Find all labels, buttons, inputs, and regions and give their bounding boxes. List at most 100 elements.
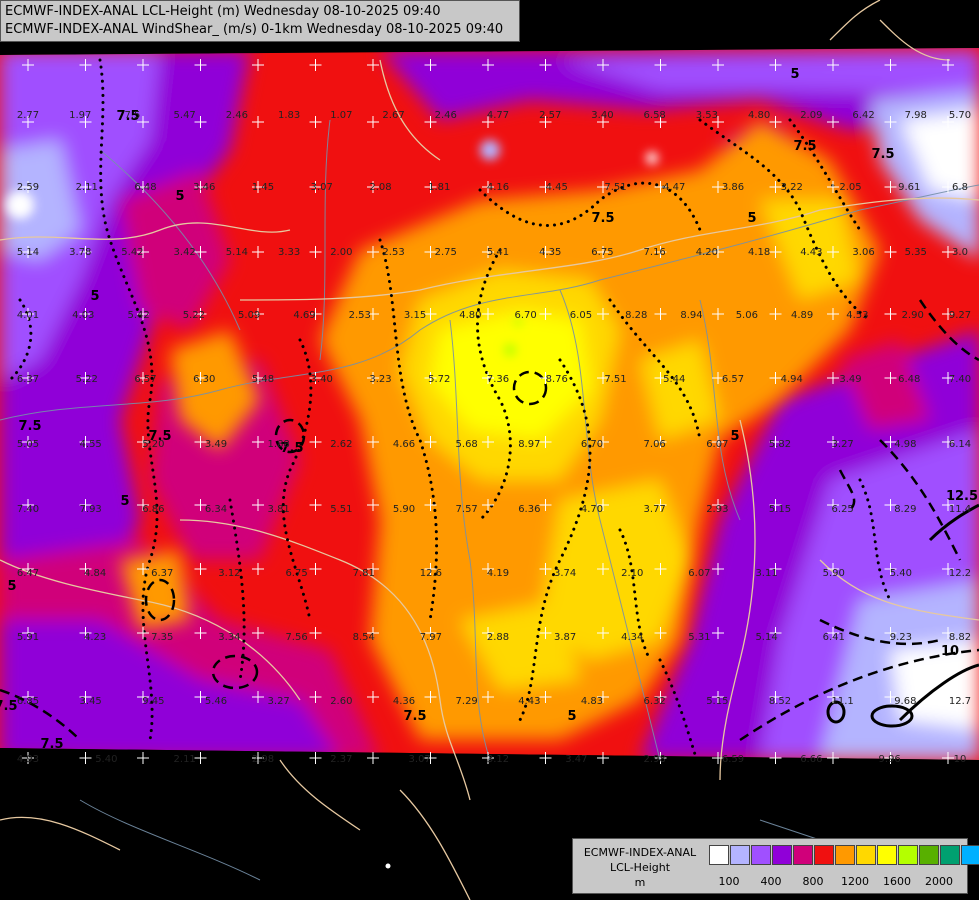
map-title: ECMWF-INDEX-ANAL LCL-Height (m) Wednesda… (0, 0, 520, 42)
grid-value-label: 9.27 (949, 310, 971, 321)
grid-value-label: 5.82 (769, 439, 791, 450)
grid-value-label: 7.57 (456, 504, 478, 515)
legend-tick-label: 800 (802, 875, 824, 888)
grid-value-label: 8.29 (894, 504, 916, 515)
grid-value-label: 4.77 (487, 110, 509, 121)
grid-value-label: 7.97 (420, 632, 442, 643)
legend-swatch (856, 845, 876, 865)
grid-value-label: 6.48 (898, 374, 920, 385)
grid-value-label: 3.22 (781, 182, 803, 193)
grid-value-label: 5.70 (949, 110, 971, 121)
grid-value-label: 6.34 (205, 504, 227, 515)
grid-value-label: 6.85 (17, 696, 39, 707)
grid-value-label: 3.12 (487, 754, 509, 765)
grid-value-label: 5.15 (706, 696, 728, 707)
grid-value-label: 3.07 (311, 182, 333, 193)
grid-value-label: 3.81 (268, 504, 290, 515)
grid-value-label: 3.87 (554, 632, 576, 643)
grid-value-label: 6.57 (722, 374, 744, 385)
grid-value-label: 11.1 (832, 696, 854, 707)
grid-value-label: 8.76 (546, 374, 568, 385)
grid-value-label: 2.77 (17, 110, 39, 121)
grid-value-label: 2.05 (839, 182, 861, 193)
contour-label: 7.5 (793, 139, 816, 154)
grid-value-label: 4.80 (748, 110, 770, 121)
grid-value-label: 5.09 (238, 310, 260, 321)
grid-value-label: 4.43 (800, 247, 822, 258)
grid-value-label: 2.46 (226, 110, 248, 121)
grid-value-label: 3.49 (205, 439, 227, 450)
grid-value-label: 3.78 (69, 247, 91, 258)
grid-value-label: 3.12 (218, 568, 240, 579)
legend-ticks: 100 400 800 1200 1600 2000 (709, 875, 969, 889)
grid-value-label: 2.53 (349, 310, 371, 321)
grid-value-label: 5.40 (95, 754, 117, 765)
grid-value-label: 2.57 (539, 110, 561, 121)
grid-value-label: 6.66 (800, 754, 822, 765)
contour-label: 7.5 (403, 709, 426, 724)
grid-value-label: 6.86 (142, 504, 164, 515)
grid-value-label: 3.0 (952, 247, 968, 258)
grid-value-label: 2.46 (435, 110, 457, 121)
grid-value-label: 2.10 (621, 568, 643, 579)
town-marker (385, 863, 391, 869)
grid-value-label: 5.48 (252, 374, 274, 385)
weather-map: 7.5 5 5 7.5 7.5 5 5 7.5 7.5 7.5 5 5 5 12.5 10 7.5 7.5 7.5… (0, 0, 979, 900)
grid-value-label: 3.06 (852, 247, 874, 258)
grid-value-label: 3.40 (311, 374, 333, 385)
legend-swatch (961, 845, 979, 865)
legend-title: ECMWF-INDEX-ANAL LCL-Height m (579, 845, 701, 890)
grid-value-label: 2.90 (902, 310, 924, 321)
title-line-windshear: ECMWF-INDEX-ANAL WindShear_ (m/s) 0-1km … (5, 22, 504, 37)
grid-value-label: 5.14 (755, 632, 777, 643)
grid-value-label: 1.83 (278, 110, 300, 121)
grid-value-label: 5.46 (205, 696, 227, 707)
legend-field: LCL-Height (609, 861, 671, 874)
legend-swatch (709, 845, 729, 865)
grid-value-label: 5.42 (121, 247, 143, 258)
grid-value-label: 3.86 (722, 182, 744, 193)
legend-swatch (835, 845, 855, 865)
grid-value-label: 4.35 (539, 247, 561, 258)
grid-value-label: 6.07 (706, 439, 728, 450)
grid-value-label: 3.77 (644, 504, 666, 515)
legend-tick-label: 2000 (925, 875, 953, 888)
grid-value-label: 5.15 (769, 504, 791, 515)
legend-swatches (709, 845, 979, 867)
grid-value-label: 6.70 (515, 310, 537, 321)
grid-value-label: 9.45 (142, 696, 164, 707)
grid-value-label: 11.4 (949, 504, 971, 515)
contour-label: 5 (730, 429, 739, 444)
legend-swatch (877, 845, 897, 865)
grid-value-label: 5.42 (127, 310, 149, 321)
grid-value-label: 2.37 (330, 754, 352, 765)
grid-value-label: 3.46 (193, 182, 215, 193)
grid-value-label: 8.52 (769, 696, 791, 707)
grid-value-label: 4.70 (581, 504, 603, 515)
grid-value-label: 6.05 (570, 310, 592, 321)
grid-value-label: 5.05 (17, 439, 39, 450)
grid-value-label: 8.54 (353, 632, 375, 643)
contour-label: 7.5 (591, 211, 614, 226)
grid-value-label: 4.45 (546, 182, 568, 193)
grid-value-label: 4.93 (17, 754, 39, 765)
contour-label: 5 (90, 289, 99, 304)
grid-value-label: 4.20 (696, 247, 718, 258)
grid-value-label: 2.62 (330, 439, 352, 450)
grid-value-label: 8.82 (949, 632, 971, 643)
grid-value-label: 4.66 (393, 439, 415, 450)
grid-value-label: 4.83 (581, 696, 603, 707)
grid-value-label: 2.98 (644, 754, 666, 765)
grid-value-label: 3.47 (565, 754, 587, 765)
grid-value-label: 3.53 (696, 110, 718, 121)
grid-value-label: 3.07 (409, 754, 431, 765)
legend-tick-label: 1200 (841, 875, 869, 888)
contour-label: 5 (747, 211, 756, 226)
grid-value-label: 1.07 (330, 110, 352, 121)
title-line-lcl: ECMWF-INDEX-ANAL LCL-Height (m) Wednesda… (5, 4, 441, 19)
grid-value-label: 6.42 (852, 110, 874, 121)
legend-swatch (772, 845, 792, 865)
grid-value-label: 5.47 (174, 110, 196, 121)
grid-value-label: 5.14 (17, 247, 39, 258)
grid-value-label: 9.96 (879, 754, 901, 765)
